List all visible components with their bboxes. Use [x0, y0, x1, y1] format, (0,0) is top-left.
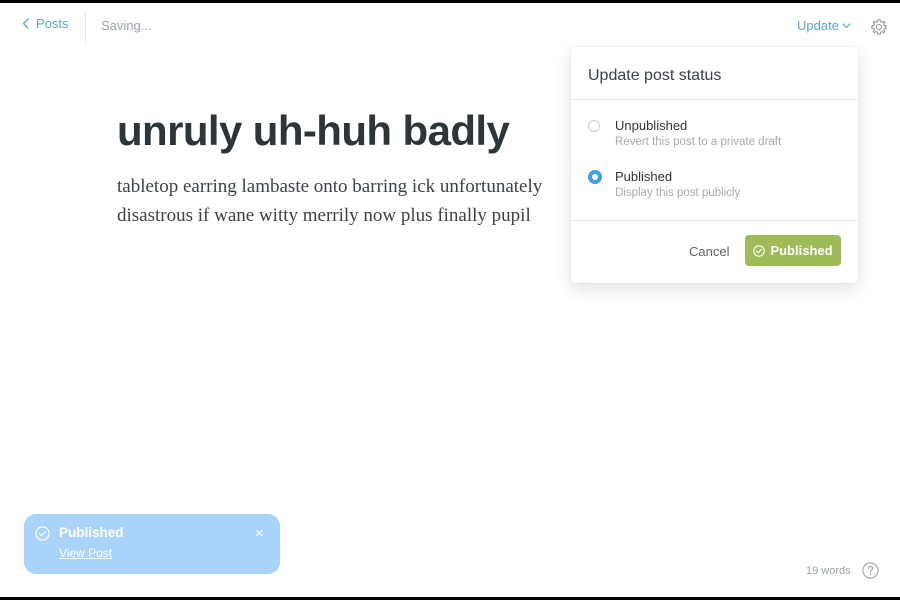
update-button[interactable]: Update — [797, 18, 851, 33]
back-to-posts-link[interactable]: Posts — [22, 16, 69, 31]
topbar-divider — [85, 11, 86, 43]
unpublished-radio[interactable] — [588, 120, 600, 132]
publish-button[interactable]: Published — [745, 235, 841, 266]
option-description: Revert this post to a private draft — [615, 136, 782, 148]
chevron-down-icon — [842, 22, 851, 28]
post-title[interactable]: unruly uh-huh badly — [117, 107, 510, 155]
published-radio[interactable] — [588, 170, 602, 184]
update-status-popover: Update post status Unpublished Revert th… — [571, 47, 858, 283]
update-button-label: Update — [797, 18, 839, 33]
option-label: Unpublished — [615, 118, 688, 133]
check-circle-icon — [35, 526, 50, 541]
view-post-link[interactable]: View Post — [59, 546, 112, 560]
check-circle-icon — [753, 244, 766, 257]
cancel-button[interactable]: Cancel — [689, 244, 729, 259]
option-published[interactable]: Published Display this post publicly — [588, 169, 838, 209]
editor-window: Posts Saving... Update unruly uh-huh bad… — [0, 0, 900, 600]
save-status: Saving... — [101, 18, 152, 33]
option-unpublished[interactable]: Unpublished Revert this post to a privat… — [588, 118, 838, 158]
back-link-label: Posts — [36, 16, 69, 31]
popover-divider — [571, 220, 858, 221]
option-label: Published — [615, 169, 673, 184]
popover-divider — [571, 99, 858, 100]
published-toast: Published View Post × — [24, 514, 280, 574]
publish-button-label: Published — [770, 243, 833, 258]
word-count: 19 words — [806, 565, 851, 577]
toast-title: Published — [59, 525, 124, 540]
post-body[interactable]: tabletop earring lambaste onto barring i… — [117, 172, 587, 230]
option-description: Display this post publicly — [615, 187, 741, 199]
popover-title: Update post status — [588, 67, 722, 84]
close-icon[interactable]: × — [255, 525, 264, 542]
top-bar: Posts Saving... Update — [0, 3, 900, 47]
gear-icon[interactable] — [870, 18, 888, 36]
question-circle-icon[interactable] — [862, 562, 879, 579]
chevron-left-icon — [22, 18, 29, 29]
